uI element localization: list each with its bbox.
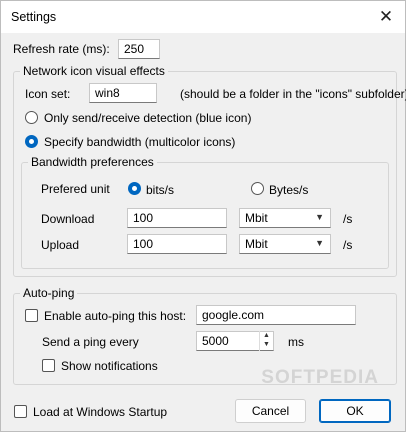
autoping-host-input[interactable]: google.com: [196, 305, 356, 325]
window-title: Settings: [11, 10, 57, 24]
mode-detection-label[interactable]: Only send/receive detection (blue icon): [44, 111, 251, 125]
icon-set-label: Icon set:: [25, 87, 71, 101]
mode-detection-radio[interactable]: [25, 111, 38, 124]
chevron-down-icon: ▼: [315, 212, 324, 222]
enable-autoping-label[interactable]: Enable auto-ping this host:: [44, 309, 186, 323]
spin-up-icon[interactable]: ▲: [260, 331, 273, 340]
refresh-rate-label: Refresh rate (ms):: [13, 42, 110, 56]
upload-unit-select[interactable]: Mbit ▼: [239, 234, 331, 254]
unit-bytes-radio[interactable]: [251, 182, 264, 195]
download-unit-select[interactable]: Mbit ▼: [239, 208, 331, 228]
download-unit-value: Mbit: [245, 211, 268, 225]
cancel-button[interactable]: Cancel: [235, 399, 306, 423]
network-icon-group-label: Network icon visual effects: [20, 64, 168, 78]
unit-bits-radio[interactable]: [128, 182, 141, 195]
settings-dialog: Settings ✕ Refresh rate (ms): 250 Networ…: [0, 0, 406, 432]
refresh-rate-input[interactable]: 250: [118, 39, 160, 59]
show-notifications-label[interactable]: Show notifications: [61, 359, 158, 373]
chevron-down-icon: ▼: [315, 238, 324, 248]
close-icon: ✕: [378, 7, 394, 26]
title-bar: Settings ✕: [1, 1, 405, 33]
load-at-startup-label[interactable]: Load at Windows Startup: [33, 405, 167, 419]
icon-set-hint: (should be a folder in the "icons" subfo…: [180, 87, 406, 101]
spin-down-icon[interactable]: ▼: [260, 340, 273, 349]
ping-interval-value: 5000: [202, 334, 229, 348]
softpedia-watermark: SOFTPEDIA: [261, 367, 379, 388]
mode-bandwidth-label[interactable]: Specify bandwidth (multicolor icons): [44, 135, 235, 149]
bandwidth-group-label: Bandwidth preferences: [28, 155, 157, 169]
unit-bits-label[interactable]: bits/s: [146, 183, 174, 197]
upload-unit-value: Mbit: [245, 237, 268, 251]
enable-autoping-checkbox[interactable]: [25, 309, 38, 322]
close-button[interactable]: ✕: [373, 5, 399, 29]
ping-interval-unit: ms: [288, 335, 304, 349]
preferred-unit-label: Prefered unit: [41, 182, 110, 196]
autoping-group-label: Auto-ping: [20, 286, 78, 300]
ping-interval-label: Send a ping every: [42, 335, 139, 349]
ping-interval-input[interactable]: 5000 ▲ ▼: [196, 331, 274, 351]
load-at-startup-checkbox[interactable]: [14, 405, 27, 418]
show-notifications-checkbox[interactable]: [42, 359, 55, 372]
upload-input[interactable]: 100: [127, 234, 227, 254]
ping-interval-spinner[interactable]: ▲ ▼: [259, 331, 273, 351]
icon-set-input[interactable]: win8: [89, 83, 157, 103]
download-label: Download: [41, 212, 95, 226]
ok-button[interactable]: OK: [319, 399, 391, 423]
upload-label: Upload: [41, 238, 80, 252]
upload-suffix: /s: [343, 238, 353, 252]
download-suffix: /s: [343, 212, 353, 226]
mode-bandwidth-radio[interactable]: [25, 135, 38, 148]
unit-bytes-label[interactable]: Bytes/s: [269, 183, 308, 197]
download-input[interactable]: 100: [127, 208, 227, 228]
